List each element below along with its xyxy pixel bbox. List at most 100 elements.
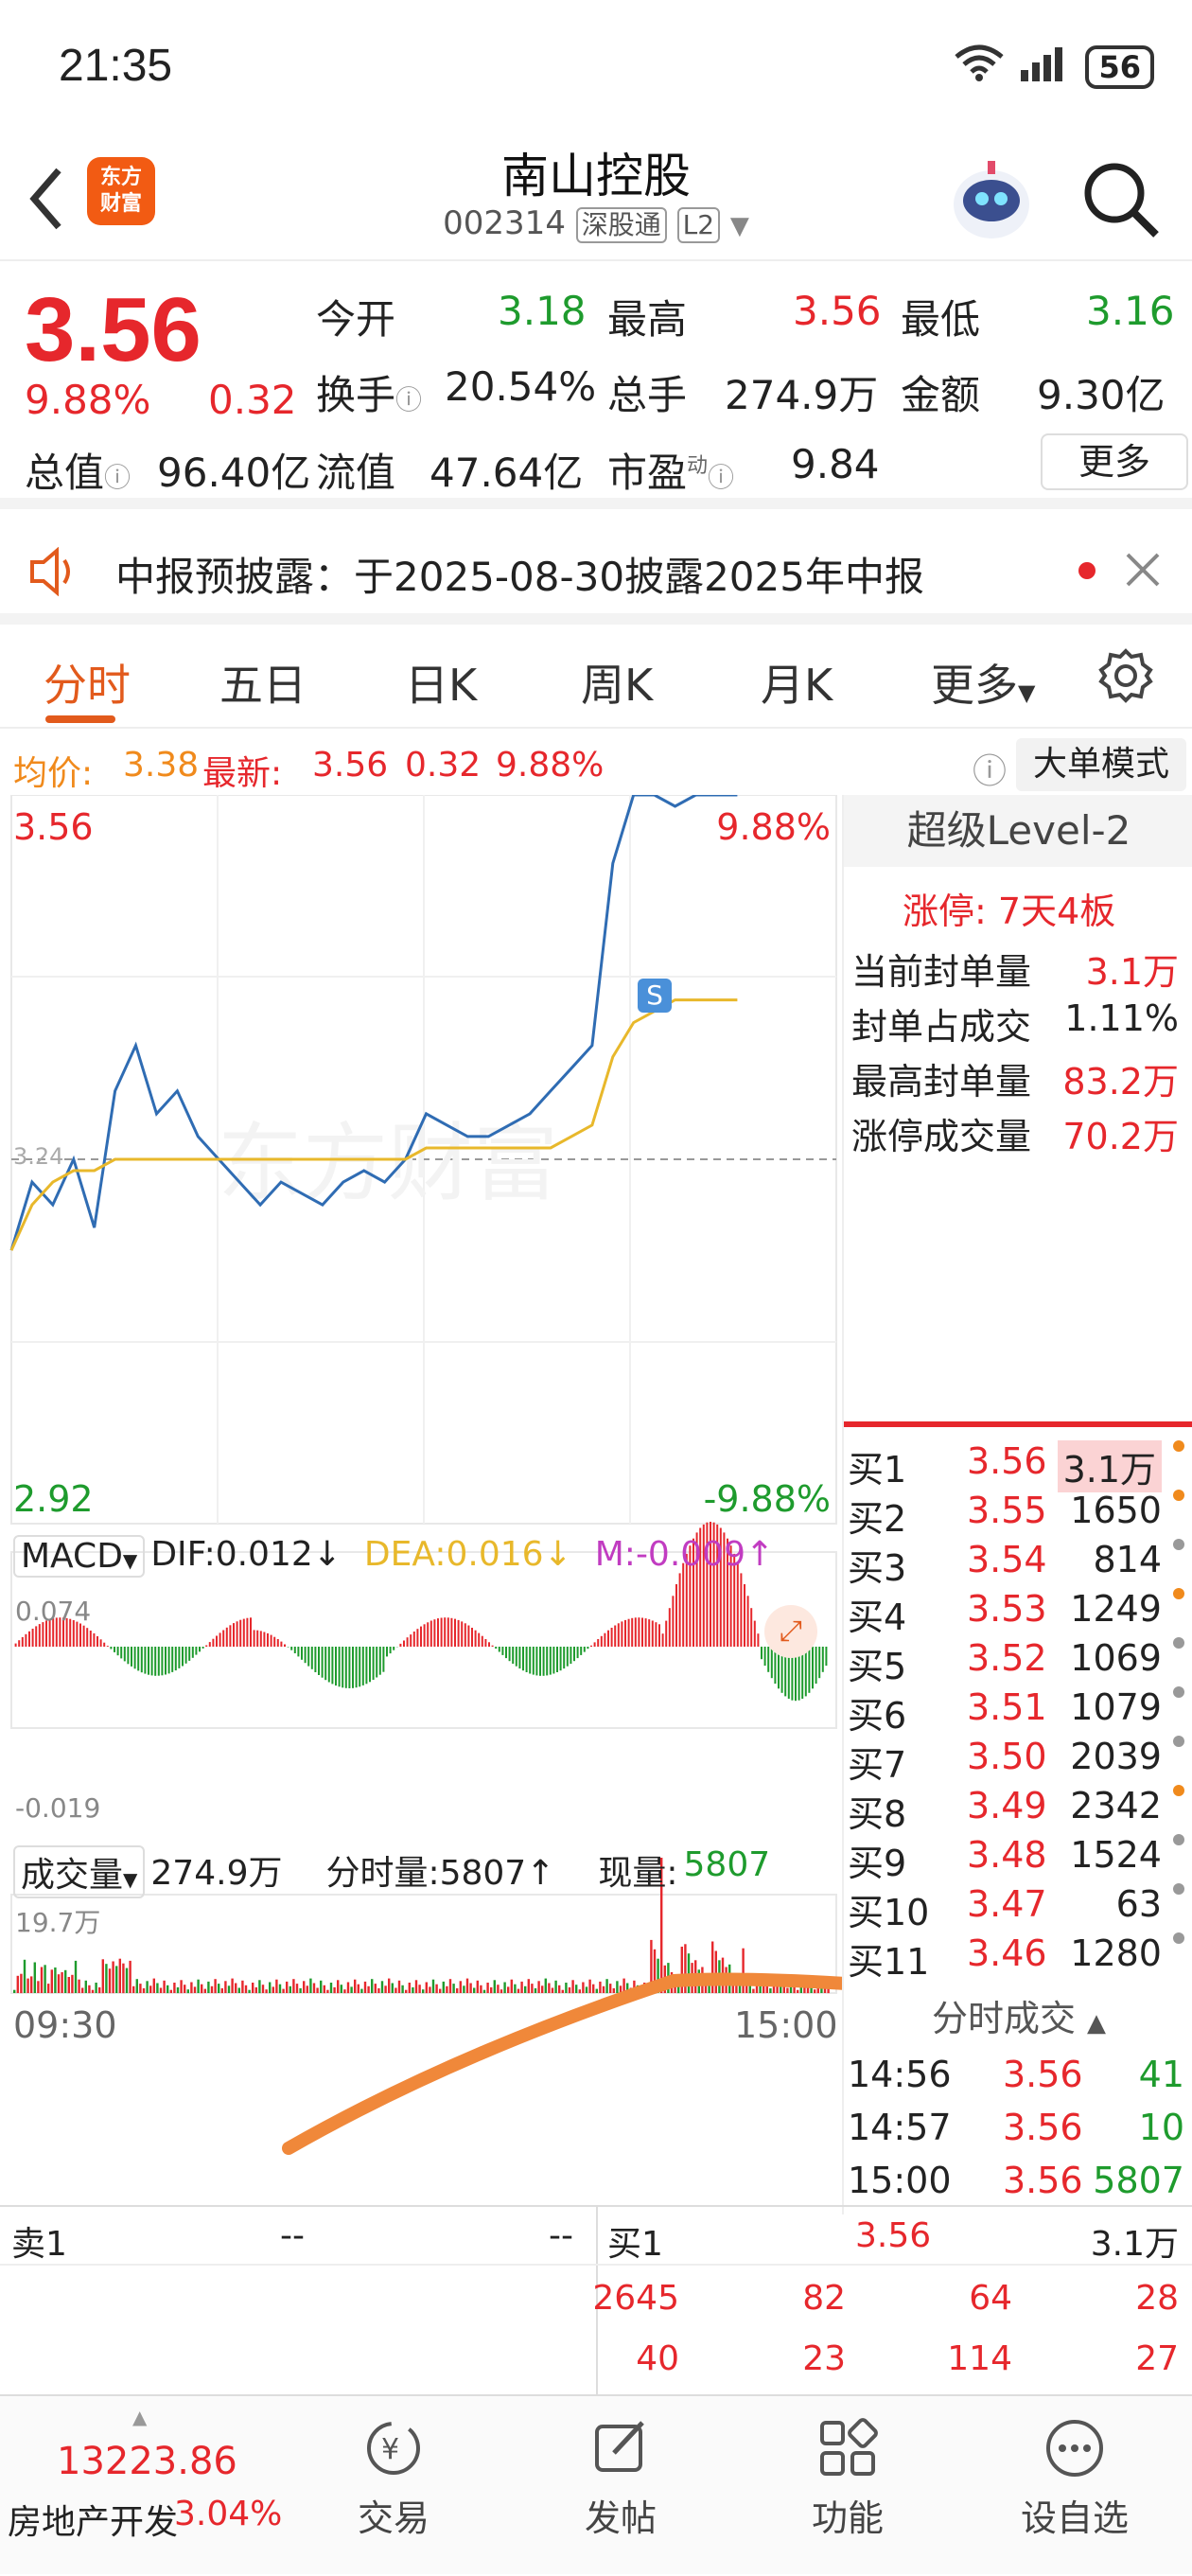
help-icon[interactable]: ⓘ [973,744,1007,793]
macd-bar [669,1608,671,1647]
bid-row[interactable]: 买33.54814 [844,1539,1192,1588]
volume-bar [565,1983,567,1993]
macd-bar [229,1625,231,1647]
volume-bar [316,1988,318,1994]
volume-bar [466,1979,468,1993]
volume-bar [616,1981,618,1993]
macd-bar [658,1624,660,1647]
close-icon[interactable] [1122,549,1164,594]
buy1-vol: 3.1万 [1091,2216,1179,2266]
bid-dot [1173,1637,1184,1649]
volume-bar [388,1979,390,1993]
battery-icon: 56 [1085,45,1154,89]
level2-title[interactable]: 超级Level-2 [844,795,1192,867]
macd-bar [96,1636,98,1647]
bid-row[interactable]: 买93.481524 [844,1834,1192,1883]
volume-bar [214,1979,216,1993]
bid-volume: 1069 [1070,1637,1162,1679]
change-value: 0.32 [208,377,297,423]
volume-bar [289,1986,291,1993]
depth-cell: 27 [1135,2339,1179,2378]
bid-row[interactable]: 买73.502039 [844,1736,1192,1785]
expand-icon[interactable]: ⤢ [764,1605,817,1658]
nav-post[interactable]: 发帖 [535,2415,706,2541]
tab-daily-k[interactable]: 日K [405,651,477,714]
macd-bar [114,1647,115,1652]
index-ticker[interactable]: ▲ 13223.86 房地产开发 3.04% [0,2396,284,2576]
volume-bar [272,1986,274,1993]
bid-row[interactable]: 买113.461280 [844,1932,1192,1982]
more-button[interactable]: 更多 [1041,433,1188,490]
volume-bar [163,1981,165,1993]
tab-intraday[interactable]: 分时 [44,651,131,714]
robot-assistant-icon[interactable] [946,155,1037,246]
macd-bar [509,1647,511,1661]
bid-row[interactable]: 买53.521069 [844,1637,1192,1686]
bid-volume: 1280 [1070,1932,1162,1974]
bid-row[interactable]: 买103.4763 [844,1883,1192,1932]
volume-bar [575,1985,577,1993]
tick-price: 3.56 [1003,2107,1083,2148]
l2-value: 83.2万 [1062,1052,1179,1104]
macd-bar [482,1636,483,1647]
volume-bar [343,1989,345,1993]
macd-bar [359,1647,360,1686]
notice-bar[interactable]: 中报预披露：于2025-08-30披露2025年中报 [0,520,1192,625]
bid-row[interactable]: 买13.563.1万 [844,1440,1192,1490]
macd-bar [219,1632,221,1647]
settings-gear-icon[interactable] [1097,647,1154,708]
volume-bar [255,1987,257,1993]
edit-icon [587,2415,654,2481]
bid-row[interactable]: 买63.511079 [844,1686,1192,1736]
index-value: 13223.86 [57,2440,237,2483]
bid-row[interactable]: 买43.531249 [844,1588,1192,1637]
tab-weekly-k[interactable]: 周K [581,651,653,714]
macd-bar [543,1647,545,1676]
tick-row: 15:003.565807 [844,2160,1192,2209]
bid-row[interactable]: 买83.492342 [844,1785,1192,1834]
macd-bar [290,1647,292,1650]
nav-watchlist[interactable]: 设自选 [990,2415,1160,2541]
big-order-mode-button[interactable]: 大单模式 [1016,738,1186,791]
volume-bar [258,1980,260,1993]
volume-selector[interactable]: 成交量▼ [13,1845,145,1898]
volume-bar [460,1981,462,1993]
back-arrow-icon[interactable] [23,161,79,237]
volume-bar [398,1981,400,1993]
dropdown-caret-icon[interactable]: ▼ [730,212,749,240]
intraday-chart[interactable]: 东方财富 3.56 9.88% 2.92 -9.88% 3.24 S MACD▼… [0,795,842,2214]
volume-bar [81,1988,83,1994]
nav-function[interactable]: 功能 [763,2415,933,2541]
macd-bar [393,1647,394,1650]
volume-bar [207,1982,209,1993]
tab-5day[interactable]: 五日 [219,651,307,714]
volume-bar [452,1984,454,1993]
macd-bar [638,1617,640,1647]
volume-bar [586,1986,587,1993]
index-name: 房地产开发 [8,2495,178,2544]
float-label: 流值 [316,441,395,499]
volume-bar [303,1981,305,1993]
tab-more[interactable]: 更多▼ [931,651,1035,714]
bid-label: 买1 [848,1440,906,1492]
bid-row[interactable]: 买23.551650 [844,1490,1192,1539]
search-icon[interactable] [1078,157,1164,242]
volume-bar [535,1988,536,1993]
macd-bar [399,1644,401,1647]
volume-bar [109,1968,111,1993]
ticks-title[interactable]: 分时成交 ▲ [844,1989,1192,2041]
volume-bar [688,1953,690,1993]
volume-bar [409,1983,411,1993]
sell-marker-icon[interactable]: S [638,979,672,1013]
volume-bar [469,1984,471,1994]
macd-bar [805,1647,807,1696]
macd-bar [369,1647,371,1682]
app-logo[interactable]: 东方 财富 [87,157,155,225]
macd-bar [560,1647,562,1670]
tab-monthly-k[interactable]: 月K [761,651,833,714]
macd-selector[interactable]: MACD▼ [13,1535,145,1578]
volume-bar [483,1990,485,1993]
macd-bar [631,1618,633,1647]
nav-trade[interactable]: ¥ 交易 [308,2415,479,2541]
stock-code: 002314 [443,204,566,242]
